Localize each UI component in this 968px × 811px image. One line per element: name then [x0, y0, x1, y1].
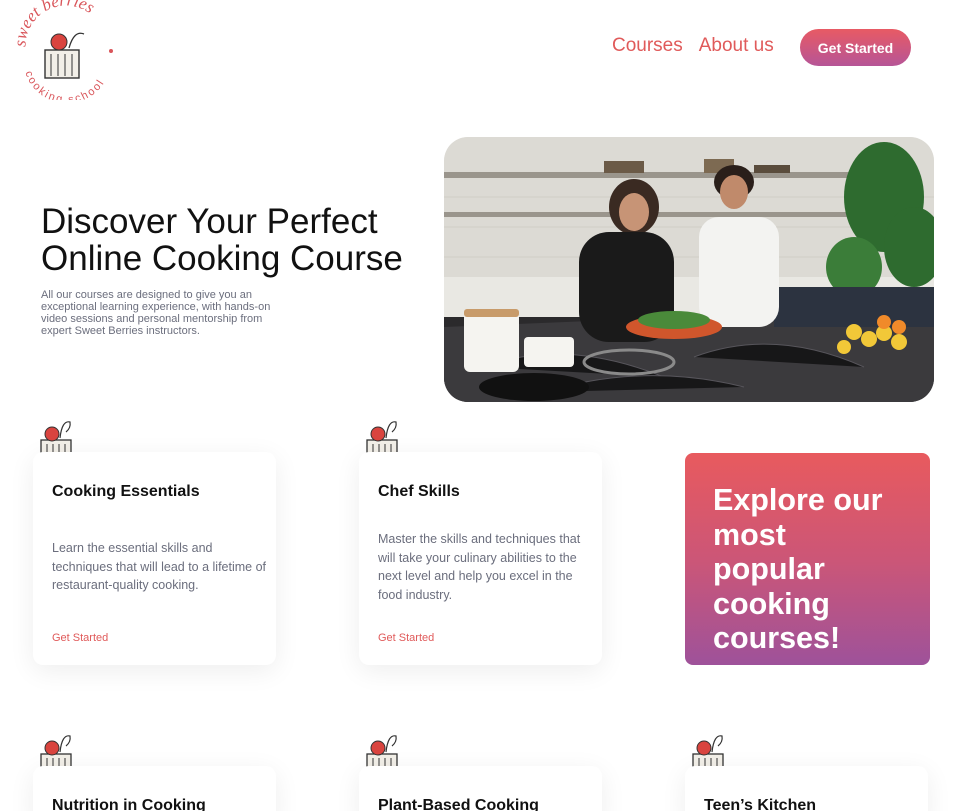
nav-courses[interactable]: Courses	[612, 35, 683, 57]
nav-about-us[interactable]: About us	[699, 35, 774, 57]
course-card-chef-skills[interactable]: Chef Skills Master the skills and techni…	[359, 452, 602, 665]
hero-subtitle: All our courses are designed to give you…	[41, 289, 271, 337]
brand-logo[interactable]: sweet berries cooking school	[10, 0, 118, 106]
hero-title: Discover Your Perfect Online Cooking Cou…	[41, 202, 403, 278]
course-card-teens-kitchen[interactable]: Teen’s Kitchen	[685, 766, 928, 811]
card-description: Learn the essential skills and technique…	[52, 541, 267, 592]
promo-banner[interactable]: Explore our most popular cooking courses…	[685, 453, 930, 665]
card-title: Plant-Based Cooking	[378, 797, 539, 811]
course-card-plant-based-cooking[interactable]: Plant-Based Cooking	[359, 766, 602, 811]
course-card-nutrition-in-cooking[interactable]: Nutrition in Cooking	[33, 766, 276, 811]
hero-image	[444, 137, 934, 402]
get-started-button[interactable]: Get Started	[800, 29, 911, 66]
card-title: Teen’s Kitchen	[704, 797, 817, 811]
card-title: Chef Skills	[378, 483, 460, 500]
card-get-started-link[interactable]: Get Started	[52, 632, 108, 644]
promo-text: Explore our most popular cooking courses…	[713, 483, 883, 655]
card-description: Master the skills and techniques that wi…	[378, 532, 581, 602]
card-get-started-link[interactable]: Get Started	[378, 632, 434, 644]
card-title: Nutrition in Cooking	[52, 797, 206, 811]
card-title: Cooking Essentials	[52, 483, 200, 500]
course-card-cooking-essentials[interactable]: Cooking Essentials Learn the essential s…	[33, 452, 276, 665]
main-nav: Courses About us	[612, 35, 774, 57]
